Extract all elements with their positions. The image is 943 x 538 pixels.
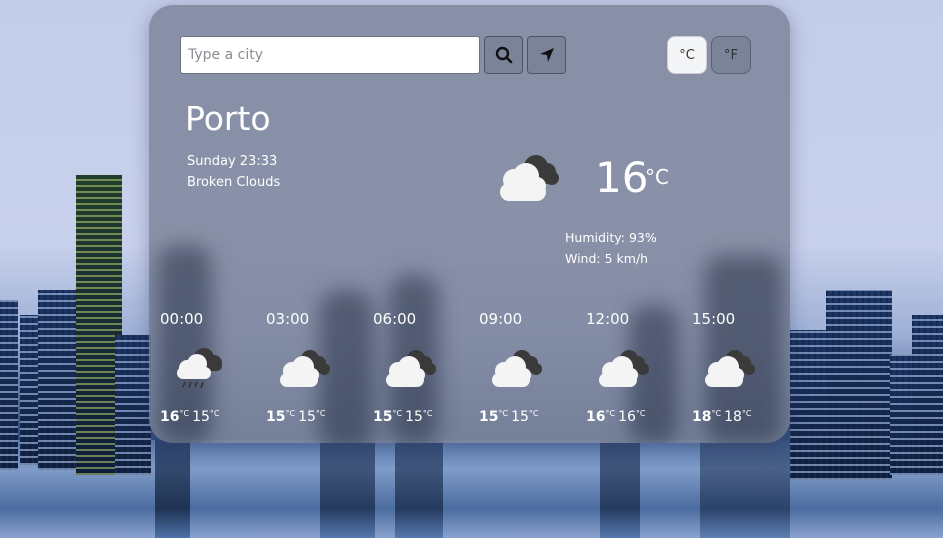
rain-cloud-icon	[177, 348, 222, 389]
hourly-forecast: 00:00 16°C 15°C 03:00 15°C 15°C 06:00 15…	[149, 305, 790, 435]
temperature-unit: °C	[645, 165, 669, 189]
wind-value: Wind: 5 km/h	[565, 251, 649, 266]
forecast-item: 03:00 15°C 15°C	[266, 305, 366, 435]
search-button[interactable]	[484, 36, 523, 74]
forecast-min: 18	[724, 409, 742, 425]
search-icon	[495, 46, 512, 64]
forecast-item: 15:00 18°C 18°C	[692, 305, 790, 435]
forecast-time: 06:00	[373, 310, 417, 328]
current-location-button[interactable]	[527, 36, 566, 74]
forecast-temps: 16°C 15°C	[160, 406, 223, 425]
forecast-item: 06:00 15°C 15°C	[373, 305, 473, 435]
unit-label: °C	[209, 409, 220, 418]
unit-label: °C	[285, 409, 296, 418]
unit-label: °C	[605, 409, 616, 418]
fahrenheit-button[interactable]: °F	[711, 36, 751, 74]
forecast-min: 16	[618, 409, 636, 425]
unit-label: °C	[711, 409, 722, 418]
forecast-time: 09:00	[479, 310, 523, 328]
building	[826, 290, 892, 480]
forecast-item: 12:00 16°C 16°C	[586, 305, 686, 435]
building-reflection	[395, 440, 443, 538]
broken-clouds-icon	[280, 350, 330, 387]
forecast-item: 09:00 15°C 15°C	[479, 305, 579, 435]
forecast-time: 15:00	[692, 310, 736, 328]
forecast-max: 16	[160, 409, 180, 425]
forecast-max: 15	[266, 409, 286, 425]
forecast-time: 12:00	[586, 310, 630, 328]
broken-clouds-icon	[492, 350, 542, 387]
unit-label: °C	[422, 409, 433, 418]
forecast-max: 18	[692, 409, 712, 425]
city-name: Porto	[185, 99, 271, 138]
forecast-item: 00:00 16°C 15°C	[160, 305, 260, 435]
broken-clouds-icon	[599, 350, 649, 387]
unit-label: °C	[635, 409, 646, 418]
building	[890, 355, 914, 475]
forecast-temps: 15°C 15°C	[373, 406, 436, 425]
forecast-time: 00:00	[160, 310, 204, 328]
current-temperature: 16	[595, 153, 649, 202]
weather-description: Broken Clouds	[187, 175, 281, 190]
celsius-button[interactable]: °C	[667, 36, 707, 74]
forecast-max: 16	[586, 409, 606, 425]
building	[912, 315, 943, 475]
location-arrow-icon	[539, 48, 554, 62]
forecast-temps: 18°C 18°C	[692, 406, 755, 425]
building	[0, 300, 18, 470]
forecast-time: 03:00	[266, 310, 310, 328]
forecast-temps: 16°C 16°C	[586, 406, 649, 425]
building-reflection	[700, 440, 790, 538]
forecast-min: 15	[405, 409, 423, 425]
building-reflection	[320, 440, 375, 538]
building-reflection	[600, 440, 640, 538]
forecast-min: 15	[511, 409, 529, 425]
broken-clouds-icon	[705, 350, 755, 387]
broken-clouds-icon	[500, 155, 559, 201]
forecast-temps: 15°C 15°C	[479, 406, 542, 425]
building-reflection	[155, 440, 190, 538]
unit-label: °C	[741, 409, 752, 418]
building	[790, 330, 830, 480]
forecast-max: 15	[479, 409, 499, 425]
unit-label: °C	[498, 409, 509, 418]
unit-label: °C	[179, 409, 190, 418]
forecast-max: 15	[373, 409, 393, 425]
weather-card: °C °F Porto Sunday 23:33 Broken Clouds 1…	[149, 5, 790, 443]
humidity-value: Humidity: 93%	[565, 230, 657, 245]
unit-label: °C	[315, 409, 326, 418]
building	[115, 335, 151, 475]
forecast-temps: 15°C 15°C	[266, 406, 329, 425]
broken-clouds-icon	[386, 350, 436, 387]
forecast-min: 15	[192, 409, 210, 425]
unit-label: °C	[392, 409, 403, 418]
forecast-min: 15	[298, 409, 316, 425]
city-search-input[interactable]	[180, 36, 480, 74]
current-datetime: Sunday 23:33	[187, 154, 278, 169]
unit-label: °C	[528, 409, 539, 418]
